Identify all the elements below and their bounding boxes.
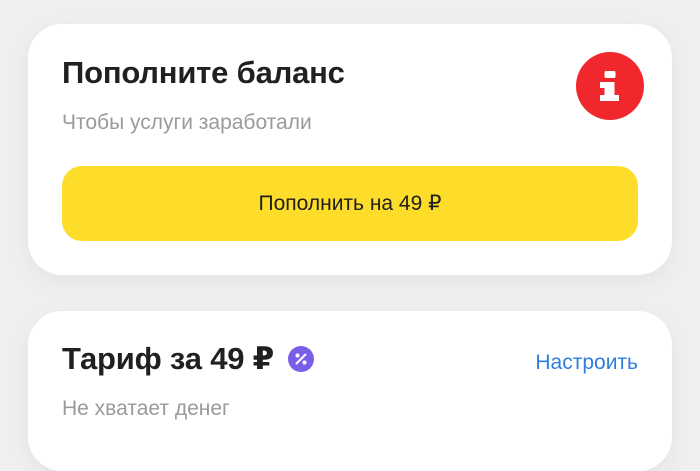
percent-icon[interactable] (288, 346, 315, 372)
info-icon[interactable] (576, 52, 644, 120)
balance-card-title: Пополните баланс (62, 55, 345, 90)
topup-button[interactable]: Пополнить на 49 ₽ (62, 166, 638, 241)
tariff-subtitle: Не хватает денег (62, 397, 230, 420)
configure-link[interactable]: Настроить (535, 351, 638, 375)
tariff-title: Тариф за 49 ₽ (62, 341, 275, 376)
tariff-card: Тариф за 49 ₽ Настроить Не хватает денег (28, 311, 672, 471)
balance-card: Пополните баланс Чтобы услуги заработали… (28, 24, 672, 275)
tariff-title-row: Тариф за 49 ₽ (62, 341, 315, 377)
balance-card-subtitle: Чтобы услуги заработали (62, 111, 312, 134)
